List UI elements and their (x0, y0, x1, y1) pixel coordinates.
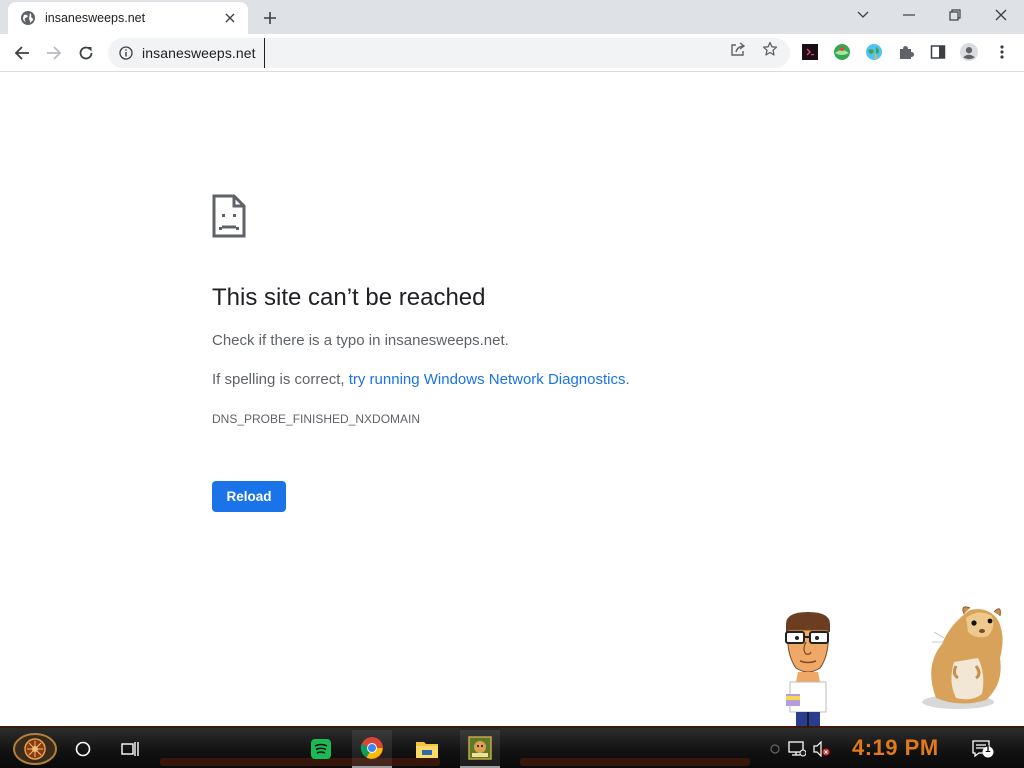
taskbar-decoration-right (520, 758, 750, 766)
minimize-button[interactable] (887, 0, 931, 30)
browser-tab[interactable]: insanesweeps.net (8, 2, 248, 34)
chrome-taskbar-icon[interactable] (352, 730, 392, 768)
new-tab-button[interactable] (258, 6, 282, 30)
notification-count: 1 (985, 744, 991, 755)
text-caret (263, 38, 265, 68)
start-button[interactable] (10, 730, 60, 768)
close-tab-icon[interactable] (222, 10, 238, 26)
typo-hint: Check if there is a typo in insanesweeps… (212, 332, 509, 349)
address-bar[interactable]: insanesweeps.net (108, 38, 790, 68)
reload-button[interactable]: Reload (212, 481, 286, 512)
diagnostics-hint: If spelling is correct, try running Wind… (212, 371, 630, 388)
error-title: This site can’t be reached (212, 284, 486, 311)
extension-globe-icon[interactable] (865, 43, 883, 61)
tray-circle-icon[interactable] (766, 740, 784, 758)
task-view-icon[interactable] (110, 730, 150, 768)
tab-strip: insanesweeps.net (0, 0, 1024, 34)
tab-search-button[interactable] (841, 0, 885, 30)
forward-button[interactable] (39, 38, 69, 68)
notification-center-icon[interactable]: 1 (972, 740, 994, 758)
extensions-puzzle-icon[interactable] (897, 43, 915, 61)
extension-green-icon[interactable] (833, 43, 851, 61)
restore-button[interactable] (933, 0, 977, 30)
windows-taskbar: 4:19 PM 1 (0, 726, 1024, 768)
spotify-app-icon[interactable] (301, 730, 341, 768)
extension-dark-icon[interactable] (801, 43, 819, 61)
error-code: DNS_PROBE_FINISHED_NXDOMAIN (212, 412, 421, 426)
profile-avatar-icon[interactable] (960, 43, 978, 61)
reload-icon[interactable] (71, 38, 101, 68)
sad-document-icon (212, 194, 246, 238)
url-text: insanesweeps.net (142, 45, 256, 61)
site-info-icon[interactable] (118, 45, 134, 61)
page-content: This site can’t be reached Check if ther… (0, 72, 1024, 726)
side-panel-icon[interactable] (929, 43, 947, 61)
network-icon[interactable] (788, 740, 806, 758)
kebab-menu-icon[interactable] (993, 43, 1011, 61)
taskbar-clock[interactable]: 4:19 PM (852, 735, 939, 761)
game-app-icon[interactable] (460, 730, 500, 768)
close-window-button[interactable] (979, 0, 1023, 30)
search-circle-icon[interactable] (63, 730, 103, 768)
network-diagnostics-link[interactable]: try running Windows Network Diagnostics (349, 371, 626, 388)
diagnostics-prefix: If spelling is correct, (212, 371, 349, 388)
file-explorer-icon[interactable] (407, 730, 447, 768)
volume-muted-icon[interactable] (812, 740, 830, 758)
share-icon[interactable] (730, 41, 746, 57)
cartoon-man-mascot[interactable] (776, 610, 838, 733)
back-button[interactable] (7, 38, 37, 68)
bookmark-star-icon[interactable] (762, 41, 778, 57)
tab-title: insanesweeps.net (45, 11, 146, 25)
browser-toolbar: insanesweeps.net (0, 34, 1024, 72)
globe-icon (20, 10, 36, 26)
diagnostics-suffix: . (625, 371, 630, 388)
taskbar-decoration-left (160, 758, 440, 766)
hamster-mascot[interactable] (920, 602, 1006, 717)
screen: insanesweeps.net insanesweeps.net This s… (0, 0, 1024, 768)
